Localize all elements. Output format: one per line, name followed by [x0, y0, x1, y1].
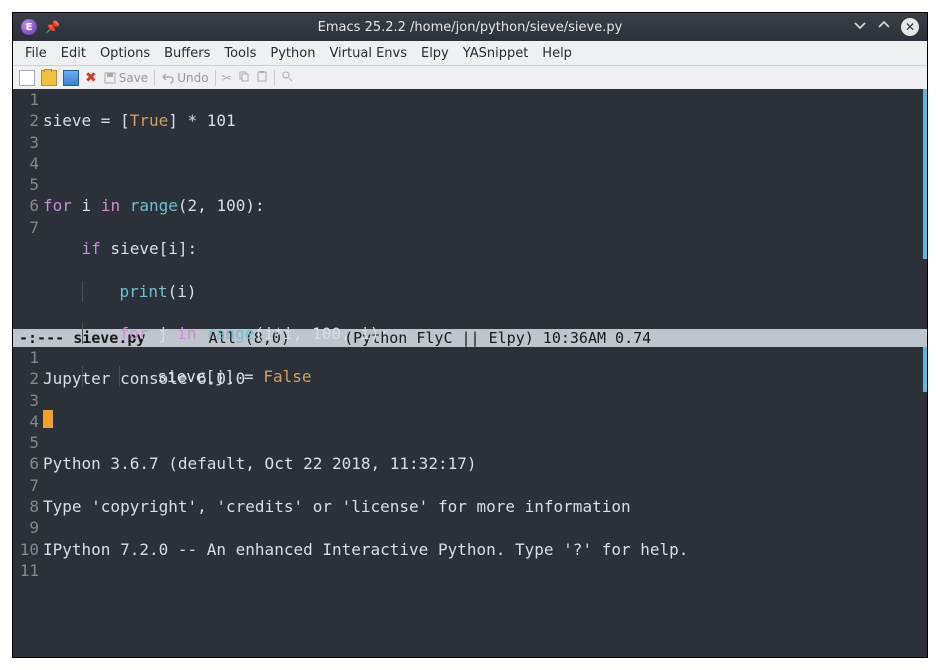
lineno: 1 [13, 89, 39, 110]
separator [215, 70, 216, 86]
pin-icon[interactable]: 📌 [45, 20, 60, 34]
lineno: 3 [13, 132, 39, 153]
toolbar: ✖ Save Undo ✂ [13, 65, 927, 89]
scrollbar-indicator[interactable] [923, 347, 927, 392]
line-gutter: 1 2 3 4 5 6 7 [13, 89, 43, 329]
close-buffer-icon[interactable]: ✖ [85, 70, 97, 86]
cut-icon[interactable]: ✂ [222, 71, 232, 85]
lineno: 5 [13, 174, 39, 195]
lineno: 2 [13, 110, 39, 131]
lineno: 11 [13, 560, 39, 581]
save-button[interactable]: Save [103, 71, 148, 85]
paste-icon[interactable] [256, 70, 268, 85]
menu-yasnippet[interactable]: YASnippet [457, 44, 535, 63]
lineno: 7 [13, 475, 39, 496]
menu-virtualenvs[interactable]: Virtual Envs [323, 44, 413, 63]
titlebar-left: E 📌 [21, 19, 141, 35]
menu-buffers[interactable]: Buffers [158, 44, 216, 63]
minimize-icon[interactable] [853, 18, 867, 36]
scrollbar-indicator[interactable] [923, 89, 927, 259]
open-file-icon[interactable] [41, 70, 57, 86]
menu-file[interactable]: File [19, 44, 53, 63]
lineno: 1 [13, 347, 39, 368]
new-file-icon[interactable] [19, 70, 35, 86]
window-title: Emacs 25.2.2 /home/jon/python/sieve/siev… [141, 20, 799, 35]
separator [154, 70, 155, 86]
source-pane[interactable]: 1 2 3 4 5 6 7 sieve = [True] * 101 for i… [13, 89, 927, 329]
editor-area: 1 2 3 4 5 6 7 sieve = [True] * 101 for i… [13, 89, 927, 657]
lineno: 8 [13, 496, 39, 517]
lineno: 10 [13, 539, 39, 560]
menu-tools[interactable]: Tools [218, 44, 262, 63]
lineno: 2 [13, 368, 39, 389]
menu-edit[interactable]: Edit [55, 44, 92, 63]
lineno: 3 [13, 390, 39, 411]
source-code[interactable]: sieve = [True] * 101 for i in range(2, 1… [43, 89, 927, 329]
lineno: 5 [13, 432, 39, 453]
lineno: 9 [13, 517, 39, 538]
emacs-app-icon: E [21, 19, 37, 35]
titlebar-controls: ✕ [799, 18, 919, 36]
search-icon[interactable] [281, 70, 293, 85]
menu-options[interactable]: Options [94, 44, 156, 63]
menu-help[interactable]: Help [536, 44, 578, 63]
repl-code[interactable]: Jupyter console 6.0.0 Python 3.6.7 (defa… [43, 347, 927, 657]
close-icon[interactable]: ✕ [901, 18, 919, 36]
separator [274, 70, 275, 86]
lineno: 6 [13, 453, 39, 474]
lineno: 7 [13, 217, 39, 238]
line-gutter: 1 2 3 4 5 6 7 8 9 10 11 [13, 347, 43, 657]
lineno: 4 [13, 411, 39, 432]
menubar: File Edit Options Buffers Tools Python V… [13, 41, 927, 65]
lineno: 6 [13, 195, 39, 216]
maximize-icon[interactable] [877, 18, 891, 36]
menu-python[interactable]: Python [264, 44, 321, 63]
undo-button[interactable]: Undo [161, 71, 208, 85]
lineno: 4 [13, 153, 39, 174]
repl-pane[interactable]: 1 2 3 4 5 6 7 8 9 10 11 Jupyter console … [13, 347, 927, 657]
menu-elpy[interactable]: Elpy [415, 44, 455, 63]
open-dir-icon[interactable] [63, 70, 79, 86]
copy-icon[interactable] [238, 70, 250, 85]
window-frame: E 📌 Emacs 25.2.2 /home/jon/python/sieve/… [12, 12, 928, 658]
titlebar[interactable]: E 📌 Emacs 25.2.2 /home/jon/python/sieve/… [13, 13, 927, 41]
